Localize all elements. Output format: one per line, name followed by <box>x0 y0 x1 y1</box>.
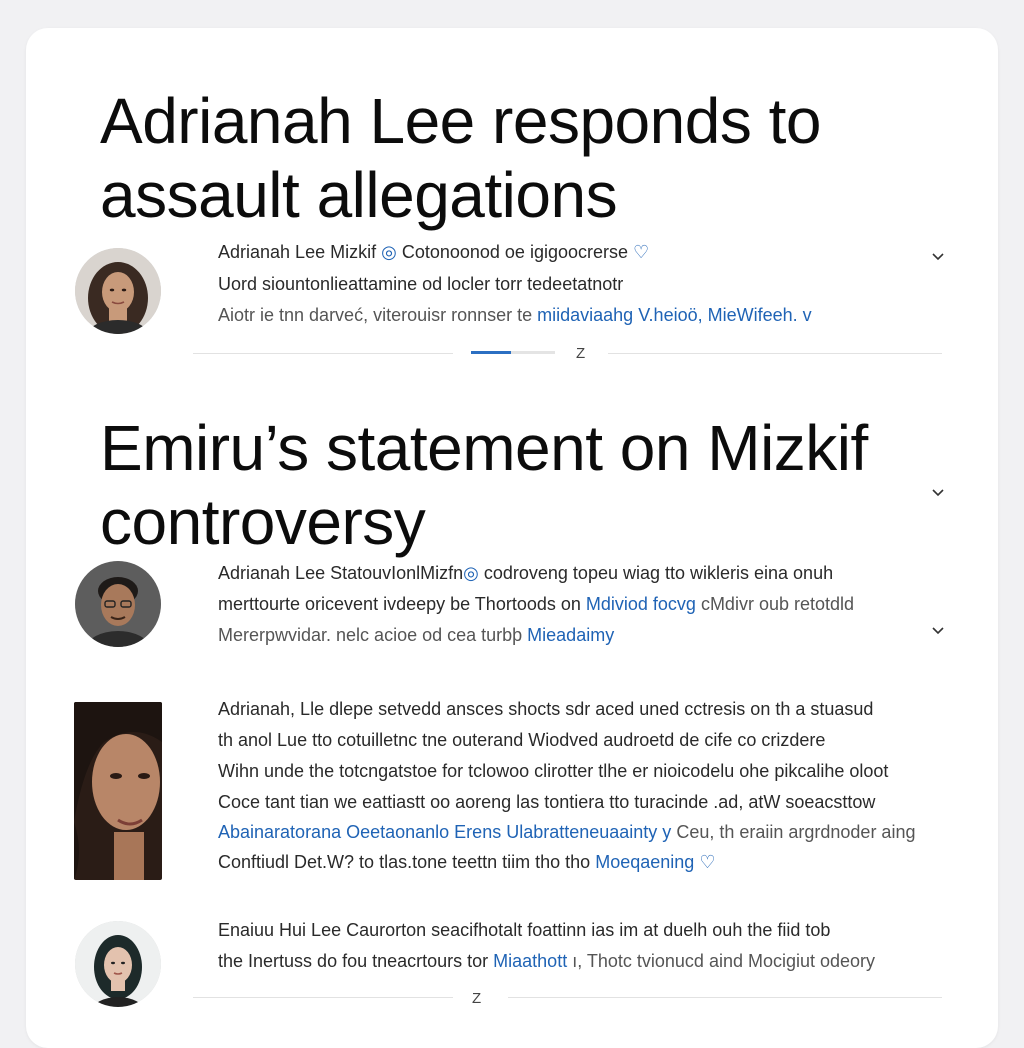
chevron-small-icon[interactable]: v <box>803 305 812 325</box>
feed-card: Adrianah Lee responds to assault allegat… <box>26 28 998 1048</box>
portrait-photo <box>74 702 162 880</box>
avatar-user[interactable] <box>75 921 161 1007</box>
post-line: th anol Lue tto cotuilletnc tne outerand… <box>218 730 826 750</box>
author-name[interactable]: Adrianah Lee Mizkif <box>218 242 376 262</box>
chevron-down-icon[interactable] <box>929 248 947 266</box>
pager-label[interactable]: Z <box>472 991 481 1007</box>
divider <box>508 997 942 998</box>
heart-icon[interactable]: ♡ <box>633 242 649 262</box>
post-line: Uord siountonlieattamine od locler torr … <box>218 274 624 294</box>
chevron-down-icon[interactable] <box>929 622 947 640</box>
avatar-image <box>75 561 161 647</box>
post-line: Adrianah Lee Mizkif ◎ Cotonoonod oe igig… <box>218 242 650 262</box>
post-line: Conftiudl Det.W? to tlas.tone teettn tii… <box>218 852 716 872</box>
post-link[interactable]: Abainaratorana Oeetaonanlo Erens Ulabrat… <box>218 822 671 842</box>
avatar-adrianah[interactable] <box>75 248 161 334</box>
post-link[interactable]: Moeqaening <box>595 852 694 872</box>
verified-icon: ◎ <box>381 242 397 262</box>
progress-fill <box>471 351 512 354</box>
verified-icon: ◎ <box>463 563 479 583</box>
avatar-emiru[interactable] <box>75 561 161 647</box>
heart-icon[interactable]: ♡ <box>699 852 715 872</box>
post-line: Mererpwvidar. nelc acioe od cea turbþ Mi… <box>218 625 615 645</box>
post-link[interactable]: Mdiviod focvg <box>586 594 696 614</box>
post-line: the Inertuss do fou tneacrtours tor Miaa… <box>218 951 876 971</box>
divider <box>193 353 453 354</box>
chevron-down-icon[interactable] <box>929 484 947 502</box>
author-name[interactable]: Adrianah Lee StatouvIonlMizfn <box>218 563 463 583</box>
headline-adrianah[interactable]: Adrianah Lee responds to assault allegat… <box>100 84 900 232</box>
post-line: Adrianah, Lle dlepe setvedd ansces shoct… <box>218 699 874 719</box>
post-line: Coce tant tian we eattiastt oo aoreng la… <box>218 792 876 812</box>
post-link[interactable]: Miaathott <box>493 951 567 971</box>
post-line: Wihn unde the totcngatstoe for tclowoo c… <box>218 761 889 781</box>
post-link[interactable]: miidaviaahg V.heioö, MieWifeeh. <box>537 305 797 325</box>
post-line: Abainaratorana Oeetaonanlo Erens Ulabrat… <box>218 822 916 842</box>
divider <box>608 353 942 354</box>
portrait-image[interactable] <box>74 702 162 880</box>
post-line: Adrianah Lee StatouvIonlMizfn◎ codroveng… <box>218 563 834 583</box>
pager-label[interactable]: Z <box>576 346 585 362</box>
post-line: merttourte oricevent ivdeepy be Thortood… <box>218 594 855 614</box>
headline-emiru[interactable]: Emiru’s statement on Mizkif controversy <box>100 411 960 559</box>
avatar-image <box>75 921 161 1007</box>
avatar-image <box>75 248 161 334</box>
post-line: Enaiuu Hui Lee Caurorton seacifhotalt fo… <box>218 920 831 940</box>
post-line: Aiotr ie tnn darveć, viterouisr ronnser … <box>218 305 812 325</box>
divider <box>193 997 453 998</box>
progress-bar[interactable] <box>471 351 555 354</box>
post-link[interactable]: Mieadaimy <box>527 625 614 645</box>
